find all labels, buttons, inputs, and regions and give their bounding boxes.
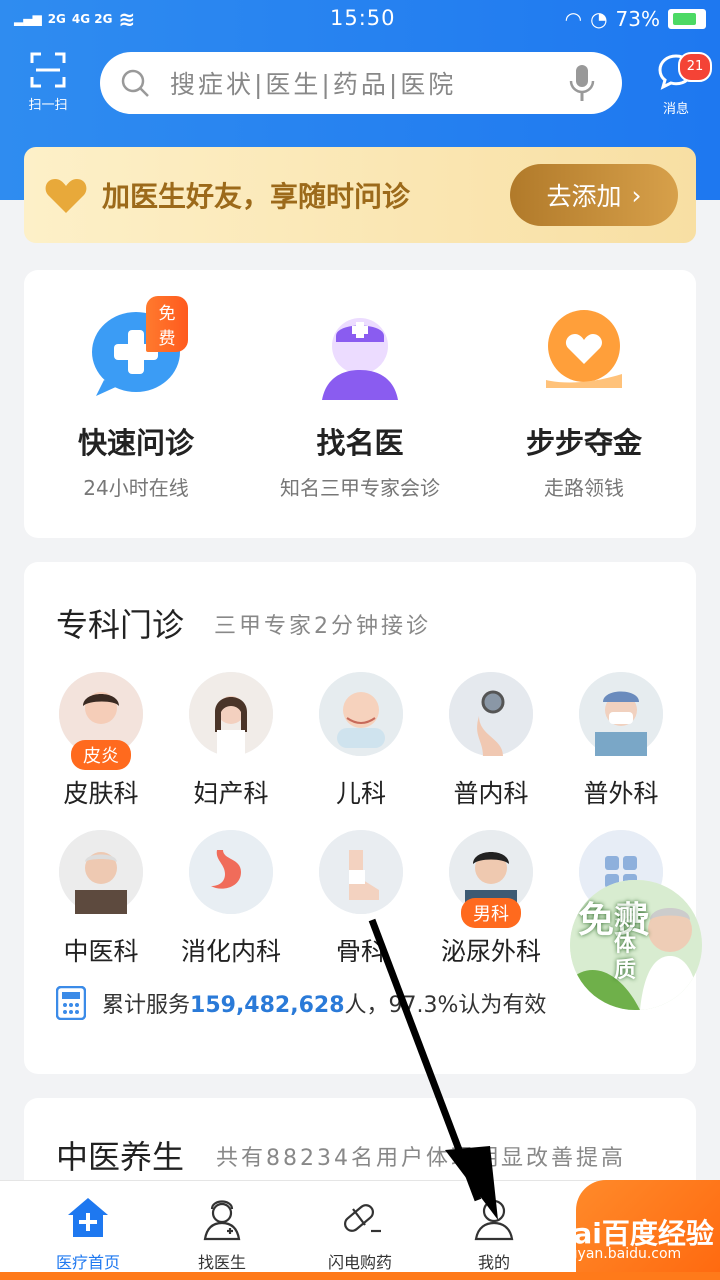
dept-name: 中医科 — [63, 937, 139, 966]
battery-icon — [668, 9, 706, 29]
microphone-icon[interactable] — [568, 63, 596, 103]
stats-prefix: 累计服务 — [102, 993, 191, 1018]
dept-name: 骨科 — [335, 937, 386, 966]
dept-name: 皮肤科 — [63, 779, 139, 808]
tcm-title: 中医养生 — [56, 1138, 185, 1176]
signal-label-1: 2G — [47, 12, 66, 26]
stats-number: 159,482,628 — [190, 993, 345, 1018]
scan-button[interactable]: 扫一扫 — [20, 52, 76, 116]
signal-label-2: 4G 2G — [71, 12, 113, 26]
tab-label: 我的 — [477, 1253, 510, 1272]
pill-icon — [344, 1204, 381, 1233]
doctor-icon — [203, 1200, 241, 1241]
wifi-icon: ≋ — [118, 7, 136, 31]
dept-tag: 男科 — [461, 898, 521, 928]
avatar — [319, 830, 403, 914]
dept-tag: 皮炎 — [71, 740, 131, 770]
messages-button[interactable]: 21 消息 — [646, 52, 712, 117]
avatar: 皮炎 — [59, 672, 143, 770]
headphone-icon: ◠ — [564, 7, 583, 31]
tab-label: 闪电购药 — [327, 1253, 392, 1272]
feature-sub: 知名三甲专家会诊 — [280, 476, 440, 500]
dept-name: 泌尿外科 — [440, 937, 541, 966]
avatar: 男科 — [449, 830, 533, 928]
avatar — [579, 672, 663, 756]
quick-consult-item[interactable]: 免费 快速问诊 24小时在线 — [24, 296, 248, 501]
dept-orthopedics[interactable]: 骨科 — [296, 830, 426, 968]
chat-plus-icon: 免费 — [84, 296, 188, 404]
feature-title: 步步夺金 — [525, 426, 642, 460]
avatar — [59, 830, 143, 914]
search-bar[interactable]: 搜症状|医生|药品|医院 — [100, 52, 622, 114]
search-placeholder: 搜症状|医生|药品|医院 — [170, 70, 457, 99]
heart-icon — [45, 179, 87, 213]
battery-percent: 73% — [615, 7, 660, 31]
bottom-accent-bar — [0, 1272, 720, 1280]
dept-obstetrics[interactable]: 妇产科 — [166, 672, 296, 810]
chevron-right-icon: › — [631, 180, 642, 210]
signal-icon: ▂▄▆ — [14, 12, 42, 26]
status-right: ◠ ◔ 73% — [565, 7, 706, 31]
feature-title: 找名医 — [316, 426, 404, 460]
find-doctor-item[interactable]: 找名医 知名三甲专家会诊 — [248, 300, 472, 501]
home-plus-icon — [68, 1198, 108, 1237]
tab-label: 医疗首页 — [55, 1253, 120, 1272]
free-badge: 免费 — [146, 296, 188, 352]
scan-icon — [30, 52, 66, 88]
avatar — [449, 672, 533, 756]
dept-name: 普内科 — [453, 779, 529, 808]
dept-urology[interactable]: 男科 泌尿外科 — [426, 830, 556, 968]
calculator-icon — [56, 986, 86, 1020]
tab-mine[interactable]: 我的 — [434, 1195, 554, 1273]
avatar — [319, 672, 403, 756]
add-button[interactable]: 去添加 › — [510, 164, 678, 226]
feature-title: 快速问诊 — [77, 426, 194, 460]
tab-find-doctor[interactable]: 找医生 — [162, 1195, 282, 1273]
specialty-card: 专科门诊 三甲专家2分钟接诊 皮炎 皮肤科 妇产科 儿科 普内科 普外科 中医科… — [24, 562, 696, 1074]
status-time: 15:50 — [330, 6, 396, 30]
signal-indicators: ▂▄▆ 2G 4G 2G ≋ — [14, 7, 135, 31]
add-doctor-banner[interactable]: 加医生好友，享随时问诊 去添加 › — [24, 147, 696, 243]
dept-name: 儿科 — [335, 779, 386, 808]
promo-test-text: 测体质 — [614, 906, 637, 983]
dept-dermatology[interactable]: 皮炎 皮肤科 — [36, 672, 166, 810]
messages-label: 消息 — [662, 102, 689, 117]
tab-home[interactable]: 医疗首页 — [28, 1195, 148, 1273]
tab-label: 找医生 — [197, 1253, 246, 1272]
avatar — [189, 672, 273, 756]
feature-card: 免费 快速问诊 24小时在线 找名医 知名三甲专家会诊 步步夺金 走路领钱 — [24, 270, 696, 538]
heart-hand-icon — [532, 300, 636, 404]
banner-text: 加医生好友，享随时问诊 — [102, 180, 411, 213]
feature-sub: 24小时在线 — [83, 476, 189, 500]
dept-name: 妇产科 — [193, 779, 269, 808]
dept-name: 消化内科 — [180, 937, 281, 966]
dept-pediatrics[interactable]: 儿科 — [296, 672, 426, 810]
search-icon — [121, 69, 149, 97]
alarm-icon: ◔ — [590, 7, 608, 31]
status-bar: ▂▄▆ 2G 4G 2G ≋ 15:50 ◠ ◔ 73% — [0, 0, 720, 36]
avatar — [189, 830, 273, 914]
scan-label: 扫一扫 — [28, 98, 68, 113]
tcm-subtitle: 共有88234名用户体现明显改善提高 — [216, 1146, 626, 1171]
feature-sub: 走路领钱 — [544, 476, 624, 500]
stats-suffix: 人，97.3%认为有效 — [344, 993, 547, 1018]
specialty-title: 专科门诊 — [56, 606, 185, 644]
user-icon — [474, 1199, 514, 1241]
dept-general-surgery[interactable]: 普外科 — [556, 672, 686, 810]
nurse-icon — [308, 300, 412, 404]
dept-gastroenterology[interactable]: 消化内科 — [166, 830, 296, 968]
free-constitution-test-promo[interactable]: 免费 测体质 — [570, 880, 702, 1010]
add-button-label: 去添加 — [546, 182, 622, 211]
dept-internal-medicine[interactable]: 普内科 — [426, 672, 556, 810]
service-stats: 累计服务159,482,628人，97.3%认为有效 — [56, 986, 546, 1020]
watermark-url: jingyan.baidu.com — [552, 1246, 682, 1262]
tab-buy-medicine[interactable]: 闪电购药 — [300, 1195, 420, 1273]
message-count-badge: 21 — [678, 52, 712, 82]
specialty-subtitle: 三甲专家2分钟接诊 — [214, 614, 431, 639]
dept-name: 普外科 — [583, 779, 659, 808]
steps-gold-item[interactable]: 步步夺金 走路领钱 — [472, 300, 696, 501]
dept-tcm[interactable]: 中医科 — [36, 830, 166, 968]
